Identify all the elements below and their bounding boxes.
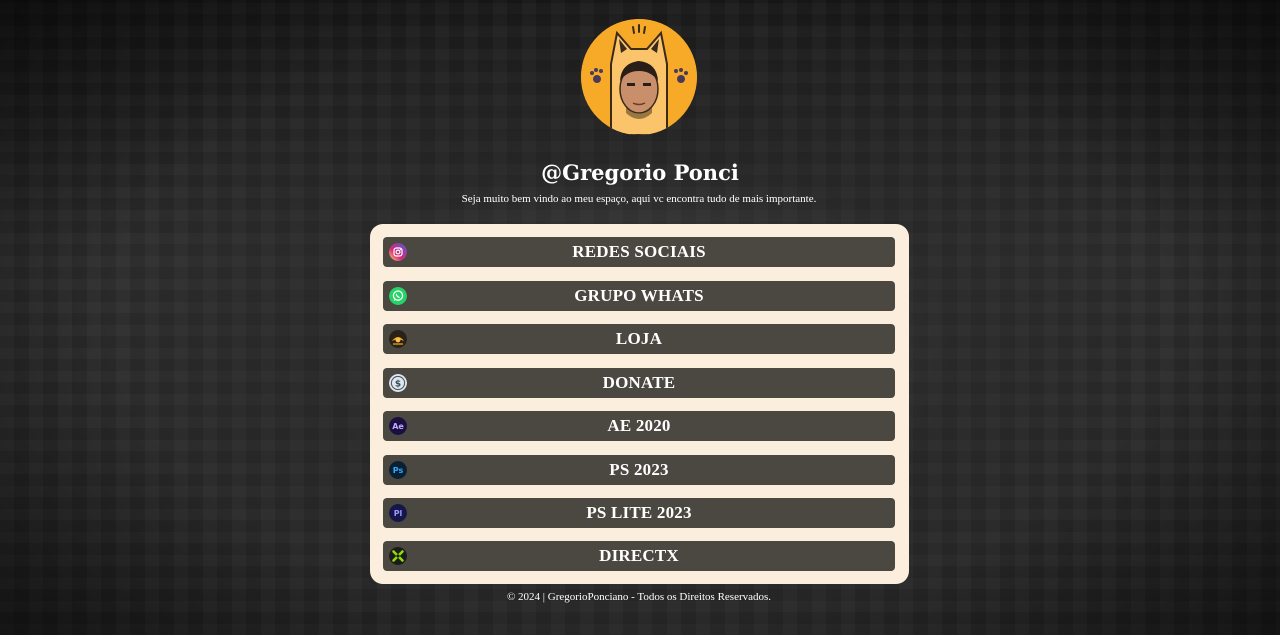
link-button-loja[interactable]: LOJA [383,324,895,354]
link-label: PS 2023 [609,460,669,479]
link-label: GRUPO WHATS [574,286,704,305]
profile-tagline: Seja muito bem vindo ao meu espaço, aqui… [461,193,817,205]
link-button-grupo-whats[interactable]: GRUPO WHATS [383,281,895,311]
link-button-ps-2023[interactable]: Ps PS 2023 [383,455,895,485]
avatar [581,19,697,135]
link-button-redes-sociais[interactable]: REDES SOCIAIS [383,237,895,267]
link-button-donate[interactable]: $ DONATE [383,368,895,398]
link-label: LOJA [615,329,663,348]
footer-copyright: © 2024 | GregorioPonciano - Todos os Dir… [506,591,772,603]
link-label: PS LITE 2023 [586,503,692,522]
link-label: AE 2020 [607,416,671,435]
link-button-directx[interactable]: DIRECTX [383,541,895,571]
links-card: REDES SOCIAIS GRUPO WHATS LOJA $ DONATE … [370,224,909,584]
link-label: DIRECTX [599,546,679,565]
profile-username: @Gregorio Ponci [541,160,739,185]
link-label: REDES SOCIAIS [572,242,706,261]
link-button-ae-2020[interactable]: Ae AE 2020 [383,411,895,441]
link-button-ps-lite-2023[interactable]: Pl PS LITE 2023 [383,498,895,528]
link-label: DONATE [602,373,676,392]
